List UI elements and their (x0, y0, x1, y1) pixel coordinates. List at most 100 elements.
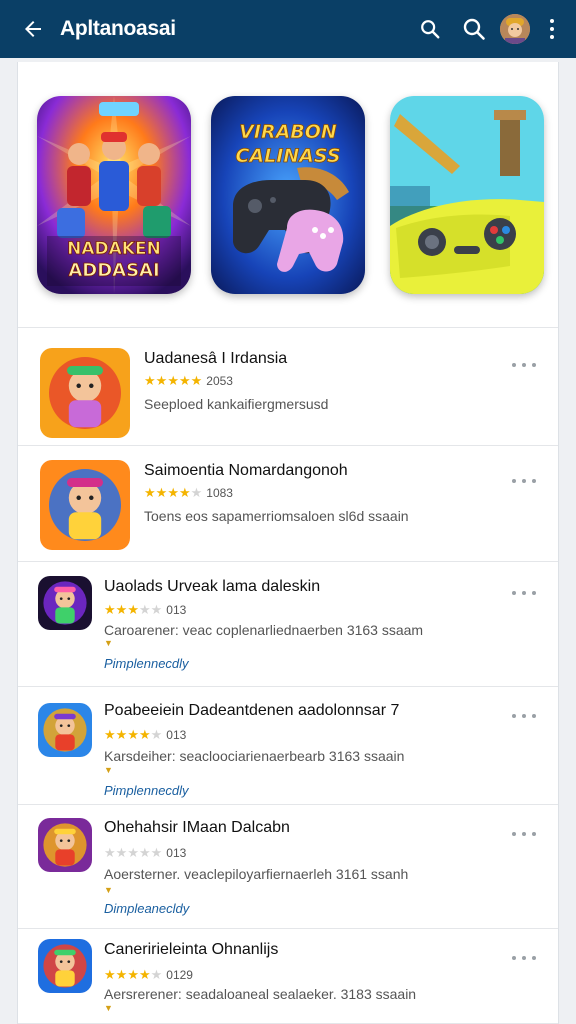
rating-count: 1083 (206, 486, 233, 500)
app-icon-art (38, 939, 92, 993)
game-artwork-yellow-controller-icon (390, 96, 544, 294)
app-description: Aoersterner. veaclepiloyarfiernaerleh 31… (104, 866, 409, 882)
featured-2-title-line2: CALINASS (235, 145, 340, 167)
app-icon-art (38, 703, 92, 757)
app-icon[interactable] (38, 703, 92, 757)
app-name: Saimoentia Nomardangonoh (144, 462, 348, 479)
page-title: Apltanoasai (60, 17, 176, 40)
avatar[interactable] (500, 14, 530, 44)
expand-indicator-icon: ▼ (104, 638, 113, 648)
app-icon[interactable] (38, 818, 92, 872)
app-description: Caroarener: veac coplenarliednaerben 316… (104, 622, 424, 638)
user-avatar-icon (500, 14, 530, 44)
star-filled-icon: ★ (167, 485, 179, 500)
star-filled-icon: ★ (155, 373, 168, 388)
app-name: Caneririeleinta Ohnanlijs (104, 941, 279, 958)
app-list-item[interactable]: Uaolads Urveak lama daleskin ★★★★★ 013 Caro… (18, 562, 558, 687)
expand-indicator-icon: ▼ (104, 885, 113, 895)
app-icon-art (40, 460, 130, 550)
star-empty-icon: ★ (115, 845, 128, 860)
app-rating: ★★★★★ 013 (104, 727, 186, 743)
rating-stars: ★★★★★ (104, 602, 162, 618)
star-filled-icon: ★ (115, 727, 128, 742)
app-icon-art (38, 576, 92, 630)
app-icon[interactable] (38, 576, 92, 630)
more-horiz-icon[interactable] (512, 709, 536, 723)
app-name: Uaolads Urveak lama daleskin (104, 578, 321, 595)
more-horiz-icon[interactable] (512, 951, 536, 965)
more-horiz-icon[interactable] (512, 358, 536, 372)
star-filled-icon: ★ (104, 727, 116, 742)
star-filled-icon: ★ (144, 373, 156, 388)
rating-count: 013 (166, 728, 187, 742)
rating-stars: ★★★★★ (104, 727, 162, 743)
star-empty-icon: ★ (138, 602, 151, 617)
search-icon (421, 20, 440, 39)
app-rating: ★★★★★ 2053 (144, 373, 233, 389)
more-horiz-icon[interactable] (512, 474, 536, 488)
star-filled-icon: ★ (190, 373, 203, 388)
back-button[interactable] (16, 12, 50, 46)
star-empty-icon: ★ (138, 845, 151, 860)
star-filled-icon: ★ (127, 602, 139, 617)
app-list-item[interactable]: Caneririeleinta Ohnanlijs ★★★★★ 0129 Aersre… (18, 929, 558, 1024)
star-filled-icon: ★ (138, 727, 151, 742)
more-horiz-icon[interactable] (512, 586, 536, 600)
rating-count: 013 (166, 846, 187, 860)
rating-stars: ★★★★★ (104, 845, 162, 861)
star-empty-icon: ★ (150, 967, 163, 982)
expand-indicator-icon: ▼ (104, 1003, 113, 1013)
app-icon[interactable] (40, 348, 130, 438)
app-icon[interactable] (40, 460, 130, 550)
more-horiz-icon[interactable] (512, 827, 536, 841)
app-icon-art (40, 348, 130, 438)
star-empty-icon: ★ (190, 485, 203, 500)
app-description: Karsdeiher: seacloociarienaerbearb 3163 … (104, 748, 405, 764)
app-description: Aersrerener: seadaloaneal sealaeker. 318… (104, 986, 417, 1002)
star-filled-icon: ★ (127, 967, 139, 982)
app-developer-link[interactable]: Dimpleanecldy (104, 901, 189, 916)
app-icon-art (38, 818, 92, 872)
app-rating: ★★★★★ 013 (104, 845, 186, 861)
star-filled-icon: ★ (167, 373, 179, 388)
content-card: NADAKEN ADDASAI VIRABON CALINASS Uadanes… (17, 62, 559, 1024)
star-empty-icon: ★ (104, 845, 116, 860)
app-description: Toens eos sapamerriomsaloen sl6d ssaain (144, 508, 409, 524)
featured-1-title-line1: NADAKEN (67, 239, 161, 259)
rating-count: 2053 (206, 374, 233, 388)
app-developer-link[interactable]: Pimplennecdly (104, 656, 189, 671)
star-empty-icon: ★ (150, 727, 163, 742)
rating-stars: ★★★★★ (144, 485, 202, 501)
featured-game-1[interactable]: NADAKEN ADDASAI (37, 96, 191, 294)
app-name: Uadanesâ I Irdansia (144, 350, 288, 367)
star-empty-icon: ★ (127, 845, 139, 860)
arrow-back-icon (25, 21, 41, 37)
featured-game-3[interactable] (390, 96, 544, 294)
app-list-item[interactable]: Saimoentia Nomardangonoh ★★★★★ 1083 Toens e… (18, 446, 558, 562)
star-filled-icon: ★ (104, 602, 116, 617)
rating-stars: ★★★★★ (104, 967, 162, 983)
app-name: Ohehahsir IMaan Dalcabn (104, 819, 290, 836)
featured-2-title-line1: VIRABON (239, 121, 337, 143)
app-list-item[interactable]: Ohehahsir IMaan Dalcabn ★★★★★ 013 Aoerstern… (18, 805, 558, 929)
search-button-secondary[interactable] (456, 11, 492, 47)
star-filled-icon: ★ (144, 485, 156, 500)
overflow-menu-button[interactable] (542, 14, 562, 44)
app-rating: ★★★★★ 1083 (144, 485, 233, 501)
app-list-item[interactable]: Uadanesâ I Irdansia ★★★★★ 2053 Seeploed kan… (18, 328, 558, 446)
rating-count: 013 (166, 603, 187, 617)
app-icon[interactable] (38, 939, 92, 993)
star-filled-icon: ★ (138, 967, 151, 982)
app-list: Uadanesâ I Irdansia ★★★★★ 2053 Seeploed kan… (18, 328, 558, 1024)
star-filled-icon: ★ (178, 373, 191, 388)
app-developer-link[interactable]: Pimplennecdly (104, 783, 189, 798)
star-filled-icon: ★ (155, 485, 168, 500)
app-rating: ★★★★★ 013 (104, 602, 186, 618)
star-filled-icon: ★ (115, 602, 128, 617)
search-button[interactable] (412, 11, 448, 47)
star-filled-icon: ★ (127, 727, 139, 742)
featured-1-title-line2: ADDASAI (68, 260, 159, 281)
app-list-item[interactable]: Poabeeiein Dadeantdenen aadolonnsar 7 ★★★… (18, 687, 558, 805)
featured-game-2[interactable]: VIRABON CALINASS (211, 96, 365, 294)
game-artwork-controller-icon: VIRABON CALINASS (211, 96, 365, 294)
